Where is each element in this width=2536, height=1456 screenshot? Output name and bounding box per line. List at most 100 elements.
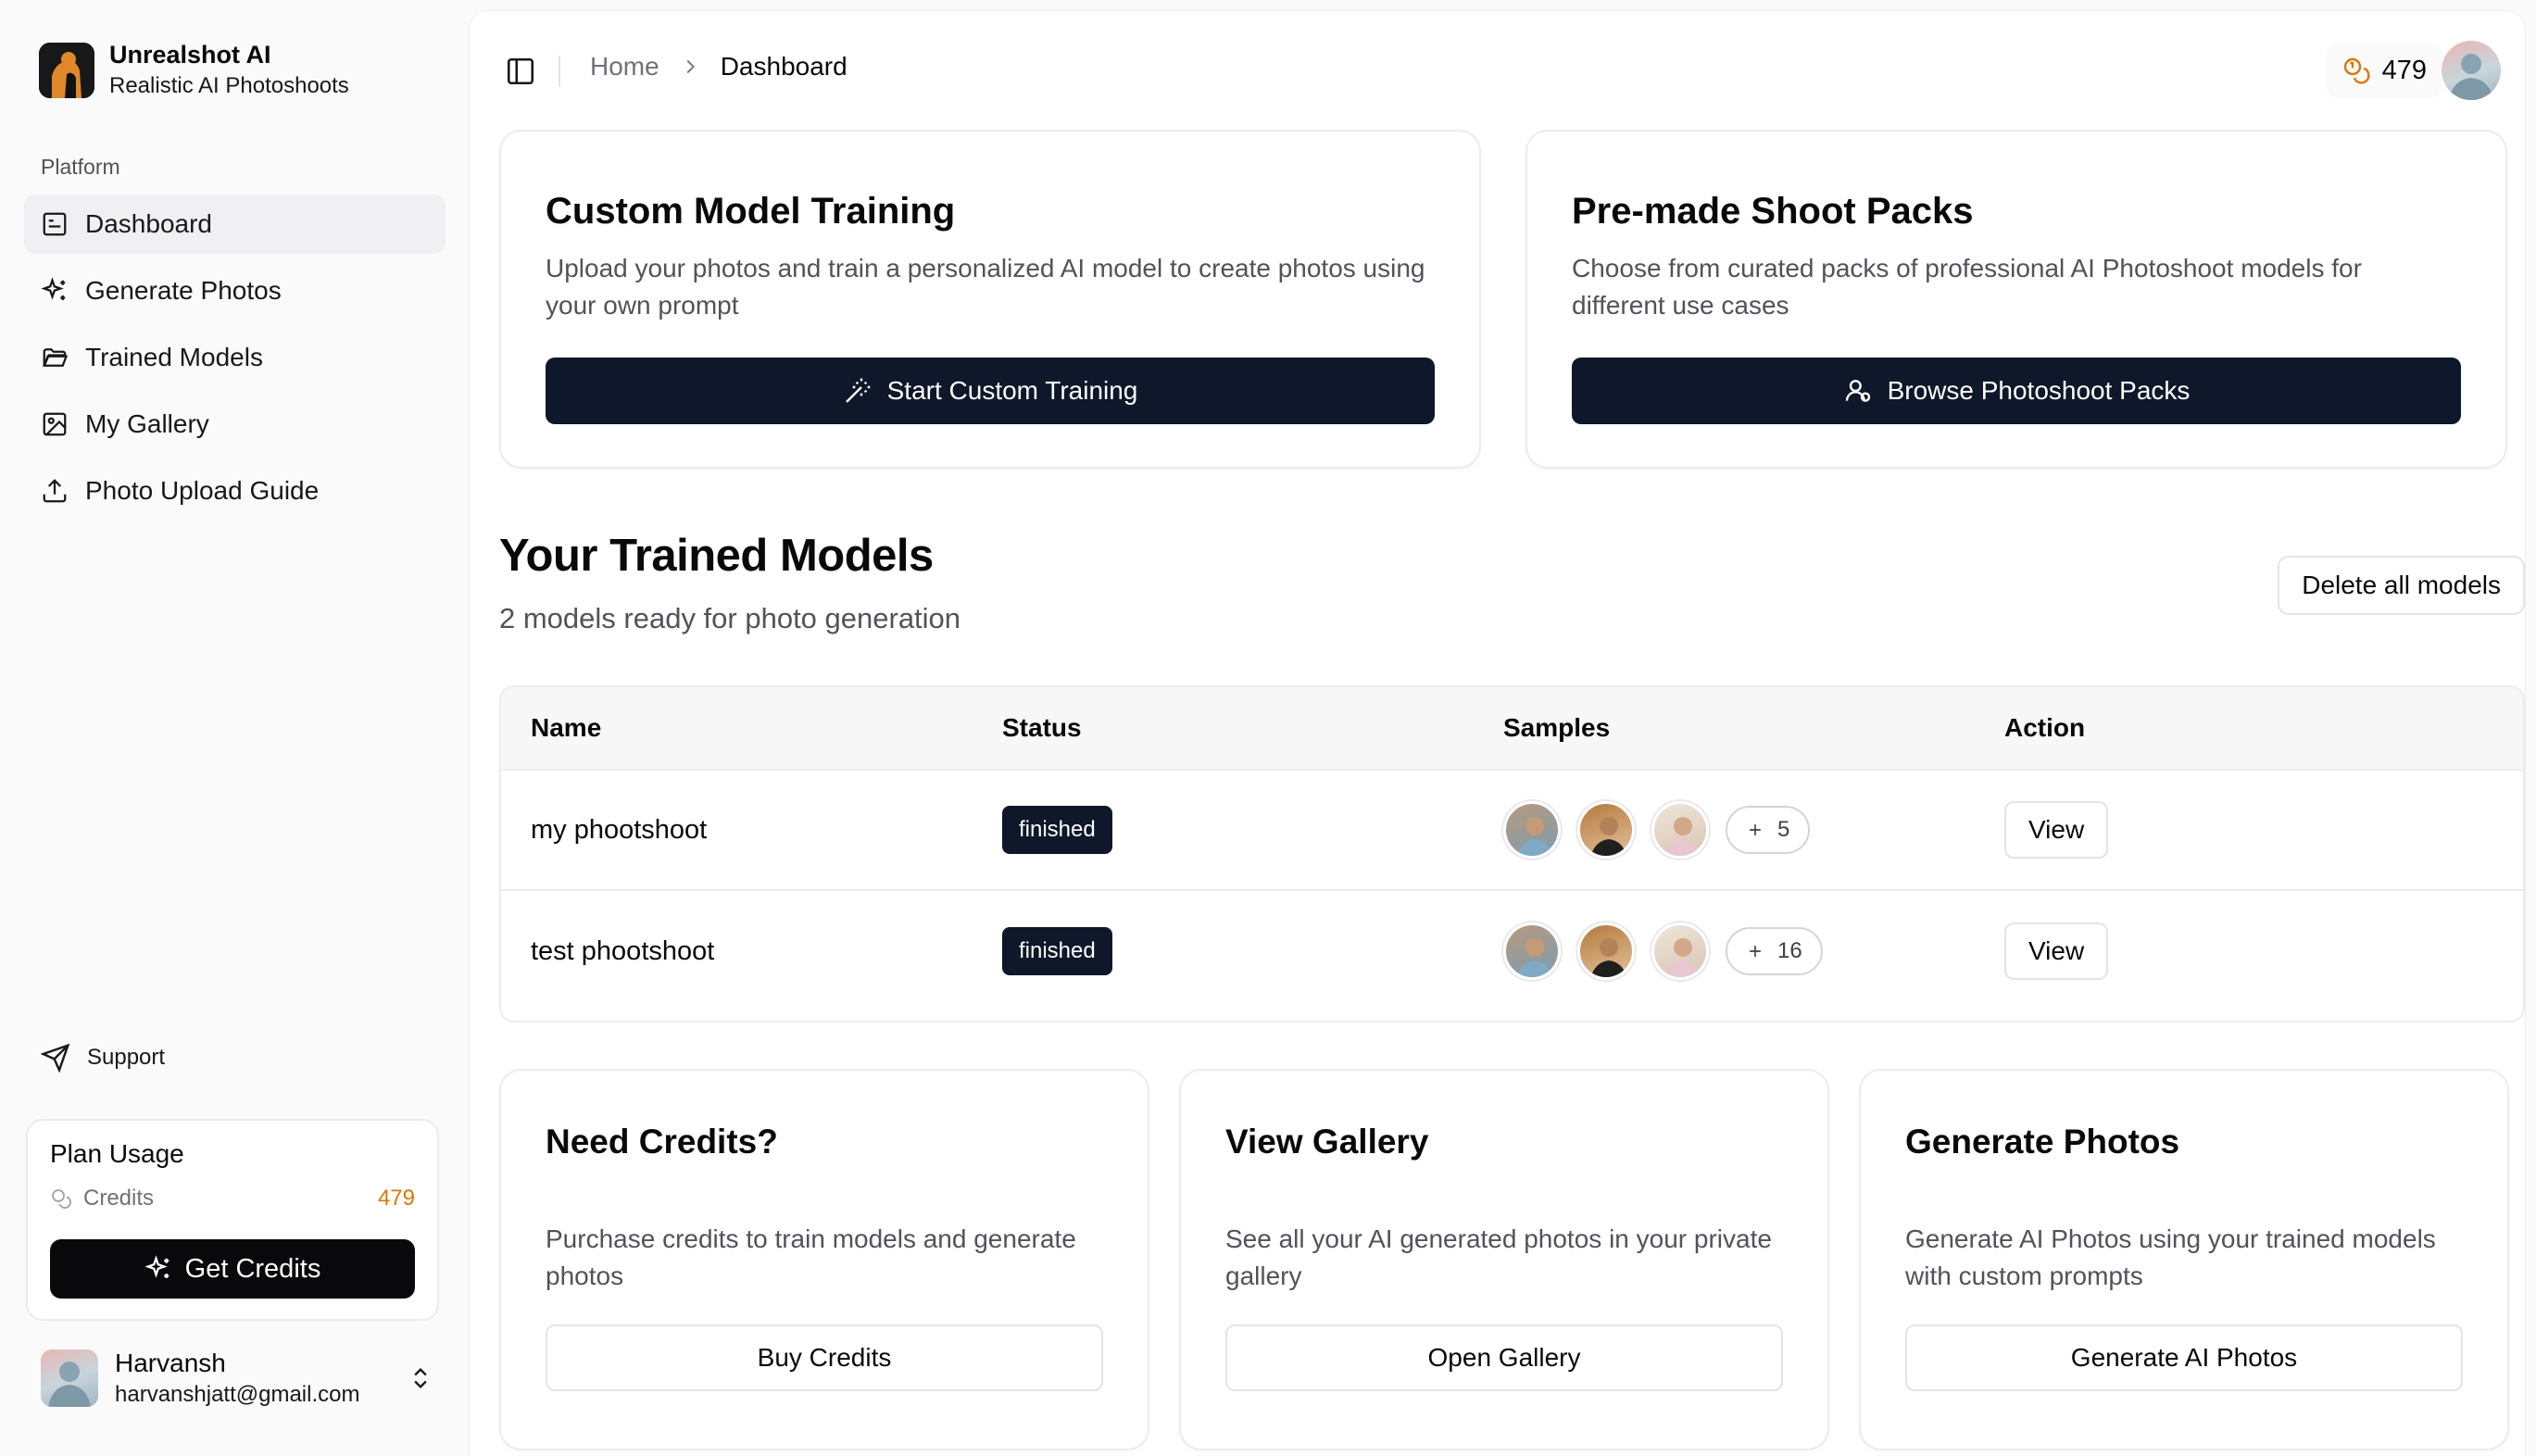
more-count: 5	[1777, 817, 1790, 842]
image-icon	[43, 412, 67, 436]
sidebar-item-label: Dashboard	[85, 209, 212, 238]
sample-thumbnails: 16	[1503, 923, 2004, 980]
avatar[interactable]	[2442, 41, 2501, 100]
support-label: Support	[87, 1045, 166, 1070]
top-bar: Home Dashboard 479	[470, 11, 2525, 130]
more-samples-pill[interactable]: 5	[1726, 806, 1811, 854]
column-header: Status	[1002, 713, 1082, 742]
button-label: Browse Photoshoot Packs	[1887, 376, 2191, 405]
sample-avatar[interactable]	[1503, 923, 1561, 980]
credits-value: 479	[377, 1186, 415, 1211]
sample-avatar[interactable]	[1651, 923, 1709, 980]
sidebar-item-label: My Gallery	[85, 409, 209, 438]
card-title: View Gallery	[1225, 1123, 1429, 1161]
view-button[interactable]: View	[2004, 801, 2109, 859]
button-label: Start Custom Training	[886, 376, 1138, 405]
need-credits-card: Need Credits? Purchase credits to train …	[499, 1069, 1149, 1450]
brand[interactable]: Unrealshot AI Realistic AI Photoshoots	[24, 26, 446, 114]
model-name: test phootshoot	[531, 935, 715, 966]
more-samples-pill[interactable]: 16	[1726, 927, 1823, 975]
sidebar-item-my-gallery[interactable]: My Gallery	[24, 395, 446, 454]
support-link[interactable]: Support	[41, 1043, 165, 1073]
sidebar-toggle-icon[interactable]	[505, 56, 536, 87]
open-gallery-button[interactable]: Open Gallery	[1225, 1324, 1783, 1391]
column-header: Name	[531, 713, 602, 742]
plus-icon	[1750, 824, 1761, 835]
models-table: Name Status Samples Action my phootshoot…	[499, 685, 2525, 1023]
status-badge: finished	[1002, 927, 1112, 975]
person-silhouette-icon	[48, 1362, 91, 1407]
plus-icon	[1750, 946, 1761, 957]
card-title: Pre-made Shoot Packs	[1572, 191, 1974, 232]
view-button[interactable]: View	[2004, 923, 2109, 980]
column-header: Action	[2004, 713, 2086, 742]
chevrons-up-down-icon	[414, 1368, 427, 1388]
card-description: Generate AI Photos using your trained mo…	[1905, 1224, 2436, 1290]
section-title: Your Trained Models	[499, 531, 934, 581]
status-badge: finished	[1002, 806, 1112, 854]
card-description: Choose from curated packs of professiona…	[1572, 254, 2362, 320]
get-credits-label: Get Credits	[184, 1253, 321, 1284]
sample-avatar[interactable]	[1651, 801, 1709, 859]
plan-title: Plan Usage	[50, 1139, 184, 1168]
sidebar: Unrealshot AI Realistic AI Photoshoots P…	[0, 0, 470, 1456]
sample-avatar[interactable]	[1577, 923, 1635, 980]
card-title: Generate Photos	[1905, 1123, 2180, 1161]
sidebar-item-dashboard[interactable]: Dashboard	[24, 195, 446, 254]
generate-ai-photos-button[interactable]: Generate AI Photos	[1905, 1324, 2463, 1391]
user-menu[interactable]: Harvansh harvanshjatt@gmail.com	[41, 1349, 433, 1408]
breadcrumb: Home Dashboard	[590, 52, 847, 82]
card-description: See all your AI generated photos in your…	[1225, 1224, 1772, 1290]
generate-photos-card: Generate Photos Generate AI Photos using…	[1859, 1069, 2509, 1450]
column-header: Samples	[1503, 713, 1611, 742]
start-custom-training-button[interactable]: Start Custom Training	[546, 358, 1435, 424]
person-silhouette-icon	[2449, 54, 2493, 100]
browse-photoshoot-packs-button[interactable]: Browse Photoshoot Packs	[1572, 358, 2461, 424]
sidebar-item-label: Generate Photos	[85, 276, 282, 305]
view-gallery-card: View Gallery See all your AI generated p…	[1179, 1069, 1829, 1450]
sparkles-icon	[41, 277, 66, 300]
upload-icon	[43, 479, 67, 503]
dashboard-icon	[43, 212, 67, 236]
table-row: my phootshoot finished 5 View	[501, 771, 2523, 891]
brand-logo	[39, 42, 94, 98]
divider	[559, 56, 560, 87]
delete-all-models-button[interactable]: Delete all models	[2278, 556, 2525, 615]
buy-credits-button[interactable]: Buy Credits	[546, 1324, 1103, 1391]
section-subtitle: 2 models ready for photo generation	[499, 602, 961, 634]
user-icon	[1845, 380, 1870, 402]
brand-name: Unrealshot AI	[109, 41, 271, 69]
breadcrumb-home[interactable]: Home	[590, 52, 659, 82]
send-icon	[41, 1043, 70, 1073]
chevron-right-icon	[686, 59, 695, 74]
magic-wand-icon	[845, 378, 870, 403]
credits-row: Credits 479	[50, 1186, 415, 1211]
card-description: Purchase credits to train models and gen…	[546, 1224, 1076, 1290]
get-credits-button[interactable]: Get Credits	[50, 1239, 415, 1299]
user-email: harvanshjatt@gmail.com	[115, 1382, 360, 1407]
table-row: test phootshoot finished 16 View	[501, 891, 2523, 1011]
sample-avatar[interactable]	[1503, 801, 1561, 859]
sidebar-item-label: Trained Models	[85, 343, 263, 371]
sample-thumbnails: 5	[1503, 801, 2004, 859]
sample-avatar[interactable]	[1577, 801, 1635, 859]
breadcrumb-current: Dashboard	[720, 52, 847, 81]
user-name: Harvansh	[115, 1349, 226, 1377]
folder-open-icon	[43, 348, 69, 367]
custom-training-card: Custom Model Training Upload your photos…	[499, 130, 1481, 469]
table-header: Name Status Samples Action	[501, 687, 2523, 771]
coins-icon	[52, 1189, 71, 1209]
coins-icon	[2343, 57, 2370, 84]
sidebar-item-label: Photo Upload Guide	[85, 476, 320, 505]
sidebar-item-photo-upload-guide[interactable]: Photo Upload Guide	[24, 461, 446, 521]
credits-badge[interactable]: 479	[2326, 43, 2442, 98]
sidebar-item-generate-photos[interactable]: Generate Photos	[24, 261, 446, 320]
nav-group-label: Platform	[41, 155, 120, 179]
logo-icon	[39, 42, 94, 98]
sidebar-item-trained-models[interactable]: Trained Models	[24, 328, 446, 387]
main-panel: Home Dashboard 479 Custom Model Training…	[470, 11, 2525, 1456]
model-name: my phootshoot	[531, 814, 708, 845]
shoot-packs-card: Pre-made Shoot Packs Choose from curated…	[1525, 130, 2507, 469]
credits-label: Credits	[83, 1186, 155, 1211]
more-count: 16	[1777, 938, 1802, 963]
